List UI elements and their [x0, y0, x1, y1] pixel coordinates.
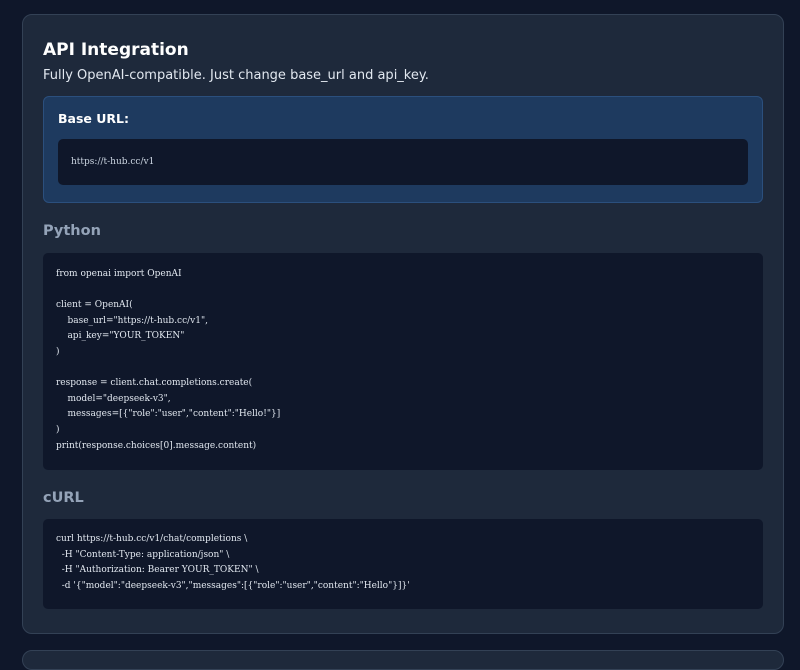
base-url-label: Base URL: — [58, 111, 129, 126]
next-section-card — [22, 650, 784, 670]
python-code-block[interactable]: from openai import OpenAI client = OpenA… — [43, 253, 763, 470]
api-integration-card: API Integration Fully OpenAI-compatible.… — [22, 14, 784, 634]
curl-heading: cURL — [43, 490, 84, 506]
base-url-code[interactable]: https://t-hub.cc/v1 — [58, 139, 748, 185]
curl-code-block[interactable]: curl https://t-hub.cc/v1/chat/completion… — [43, 519, 763, 609]
base-url-panel: Base URL: https://t-hub.cc/v1 — [43, 96, 763, 203]
page-subtitle: Fully OpenAI-compatible. Just change bas… — [43, 68, 429, 83]
base-url-value[interactable]: https://t-hub.cc/v1 — [71, 157, 154, 167]
page-title: API Integration — [43, 40, 189, 60]
python-heading: Python — [43, 223, 101, 239]
